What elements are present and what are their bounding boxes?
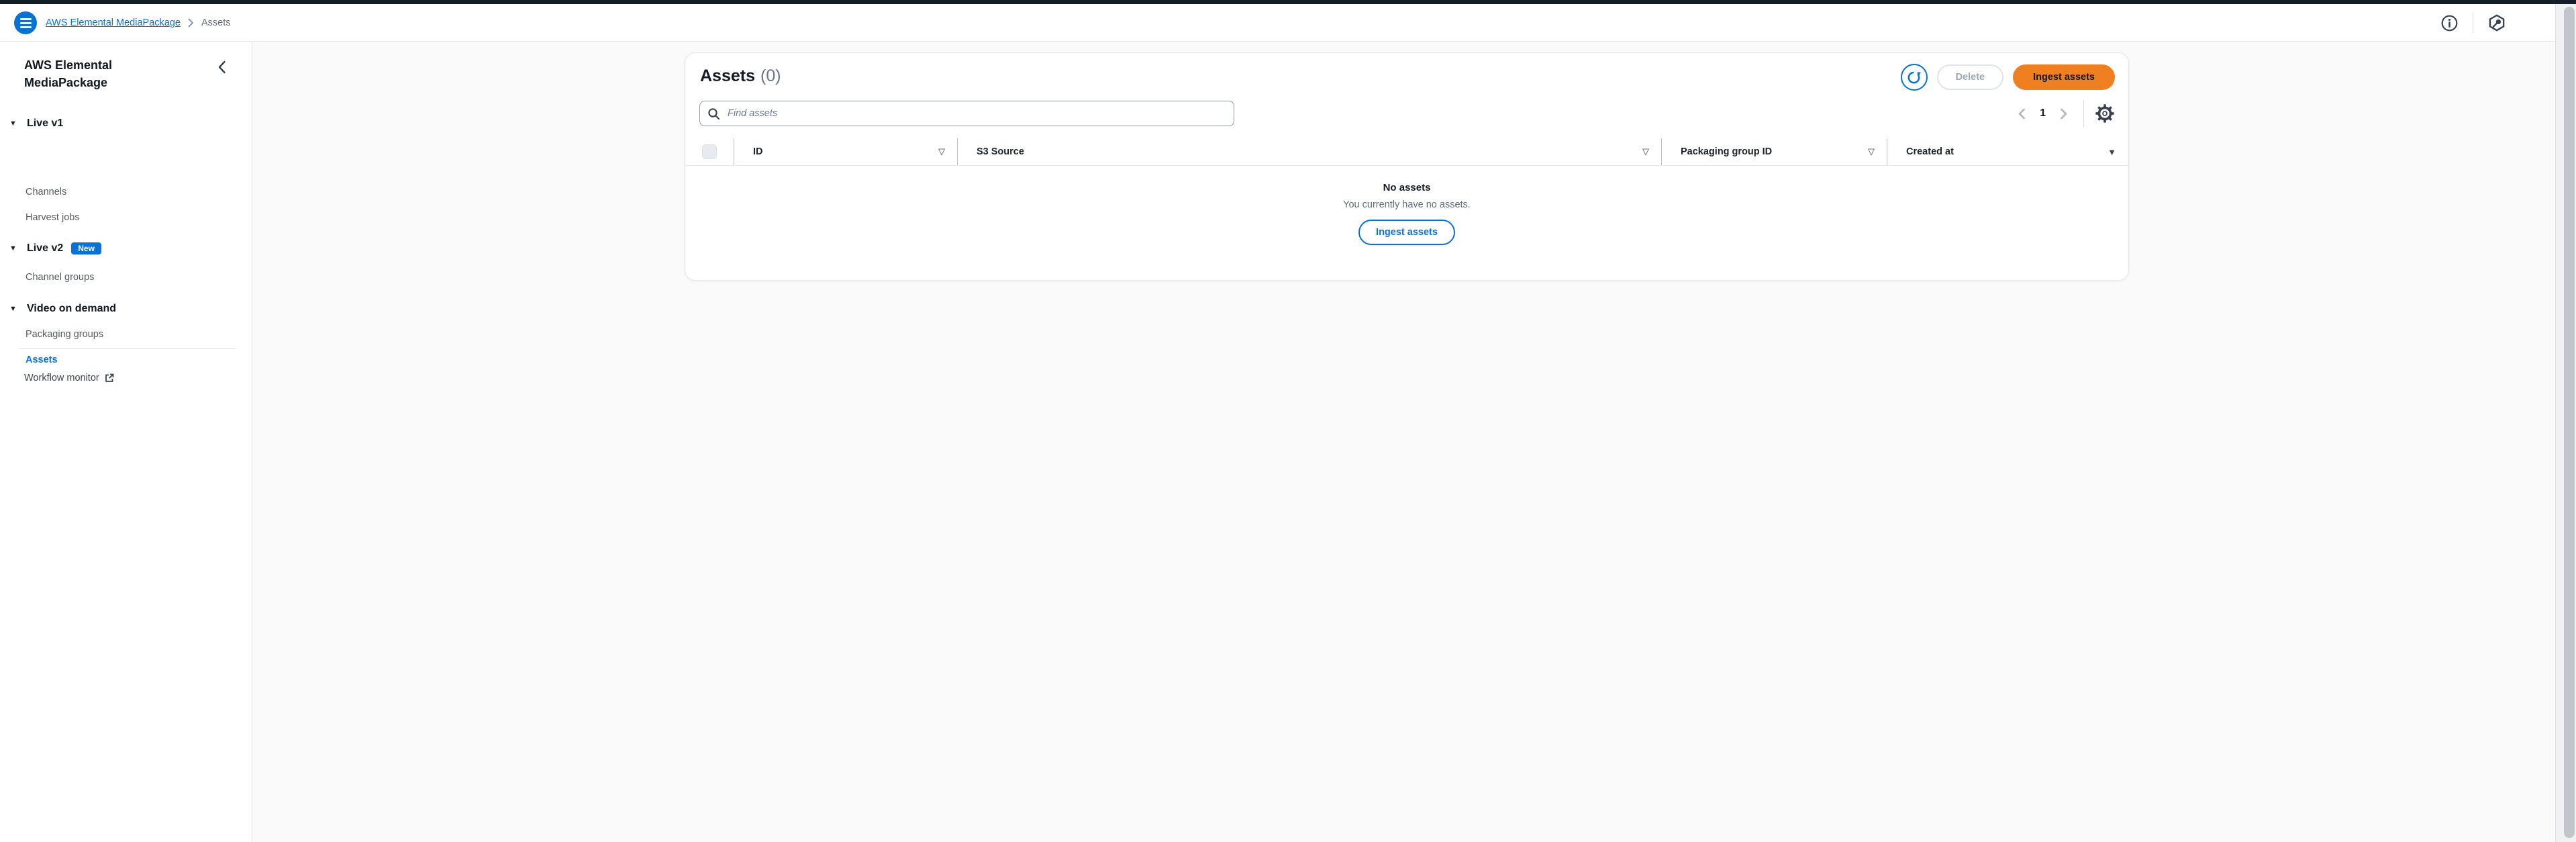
header-utilities (2440, 4, 2506, 42)
empty-state: No assets You currently have no assets. … (685, 182, 2128, 245)
sidebar: AWS Elemental MediaPackage ▼ Live v1 Cha… (0, 42, 252, 842)
breadcrumb: AWS Elemental MediaPackage Assets (46, 4, 230, 42)
settings-gear-icon[interactable] (2095, 103, 2115, 124)
search-box (699, 101, 1234, 126)
breadcrumb-separator-icon (188, 18, 194, 28)
assets-panel: Assets (0) Delete Ingest assets (685, 52, 2129, 281)
section-label: Video on demand (27, 303, 116, 315)
sidebar-item-harvest-jobs[interactable]: Harvest jobs (26, 212, 80, 223)
sidebar-section-live-v1[interactable]: ▼ Live v1 (9, 118, 63, 130)
select-all-checkbox[interactable] (702, 144, 717, 159)
section-caret-icon: ▼ (9, 244, 19, 252)
breadcrumb-current-page: Assets (201, 17, 231, 28)
empty-state-ingest-assets-button[interactable]: Ingest assets (1358, 220, 1455, 245)
sidebar-item-channels[interactable]: Channels (26, 187, 66, 197)
sidebar-workflow-monitor-link[interactable]: Workflow monitor (24, 373, 115, 383)
search-input[interactable] (726, 107, 1226, 120)
search-and-pagination-row: 1 (699, 100, 2115, 127)
previous-page-icon[interactable] (2016, 107, 2028, 121)
pagination: 1 (2016, 100, 2115, 127)
empty-state-title: No assets (685, 182, 2128, 193)
hamburger-menu-button[interactable] (14, 11, 37, 34)
sidebar-item-packaging-groups[interactable]: Packaging groups (26, 329, 103, 340)
sidebar-service-title: AWS Elemental MediaPackage (24, 56, 192, 91)
page-scrollbar (2555, 4, 2576, 842)
sort-icon: ▽ (1642, 146, 1649, 157)
sidebar-section-video-on-demand[interactable]: ▼ Video on demand (9, 303, 116, 315)
panel-actions: Delete Ingest assets (1901, 64, 2115, 91)
section-label: Live v2 (27, 242, 63, 254)
breadcrumb-service-link[interactable]: AWS Elemental MediaPackage (46, 17, 181, 28)
section-caret-icon: ▼ (9, 305, 19, 313)
sort-descending-icon: ▼ (2108, 147, 2116, 157)
ingest-assets-button[interactable]: Ingest assets (2013, 64, 2115, 90)
sort-icon: ▽ (938, 146, 945, 157)
workflow-monitor-label: Workflow monitor (24, 373, 99, 383)
sidebar-section-live-v2[interactable]: ▼ Live v2 New (9, 242, 101, 254)
column-header-id[interactable]: ID ▽ (734, 138, 957, 165)
column-header-created-at[interactable]: Created at ▼ (1887, 138, 2128, 165)
hexagon-settings-icon[interactable] (2487, 13, 2506, 32)
sidebar-item-channel-groups[interactable]: Channel groups (26, 272, 94, 283)
external-link-icon (104, 373, 115, 383)
empty-state-description: You currently have no assets. (685, 199, 2128, 210)
sidebar-divider (19, 348, 236, 349)
app-root: AWS Elemental MediaPackage Assets AWS El… (0, 0, 2576, 842)
refresh-button[interactable] (1901, 64, 1928, 91)
pagination-divider (2083, 100, 2084, 127)
page-title: Assets (0) (700, 65, 781, 87)
main-content: Assets (0) Delete Ingest assets (253, 42, 2555, 842)
sort-icon: ▽ (1868, 146, 1875, 157)
assets-counter: (0) (760, 66, 781, 85)
section-label: Live v1 (27, 118, 63, 130)
sidebar-item-assets[interactable]: Assets (26, 355, 58, 365)
top-navigation-bar: AWS Elemental MediaPackage Assets (0, 4, 2576, 42)
next-page-icon[interactable] (2057, 107, 2070, 121)
assets-title: Assets (700, 66, 755, 85)
scrollbar-thumb[interactable] (2564, 7, 2575, 838)
sidebar-collapse-icon[interactable] (217, 60, 226, 74)
search-icon (707, 107, 720, 120)
column-header-packaging-group-id[interactable]: Packaging group ID ▽ (1661, 138, 1887, 165)
delete-button[interactable]: Delete (1937, 64, 2004, 90)
hamburger-icon (20, 18, 32, 20)
assets-table-header: ID ▽ S3 Source ▽ Packaging group ID ▽ Cr… (685, 138, 2128, 166)
table-header-checkbox-cell (685, 138, 734, 165)
section-caret-icon: ▼ (9, 120, 19, 128)
info-icon[interactable] (2440, 14, 2459, 32)
current-page-number[interactable]: 1 (2040, 107, 2046, 120)
column-header-s3-source[interactable]: S3 Source ▽ (957, 138, 1661, 165)
new-badge: New (71, 242, 101, 254)
